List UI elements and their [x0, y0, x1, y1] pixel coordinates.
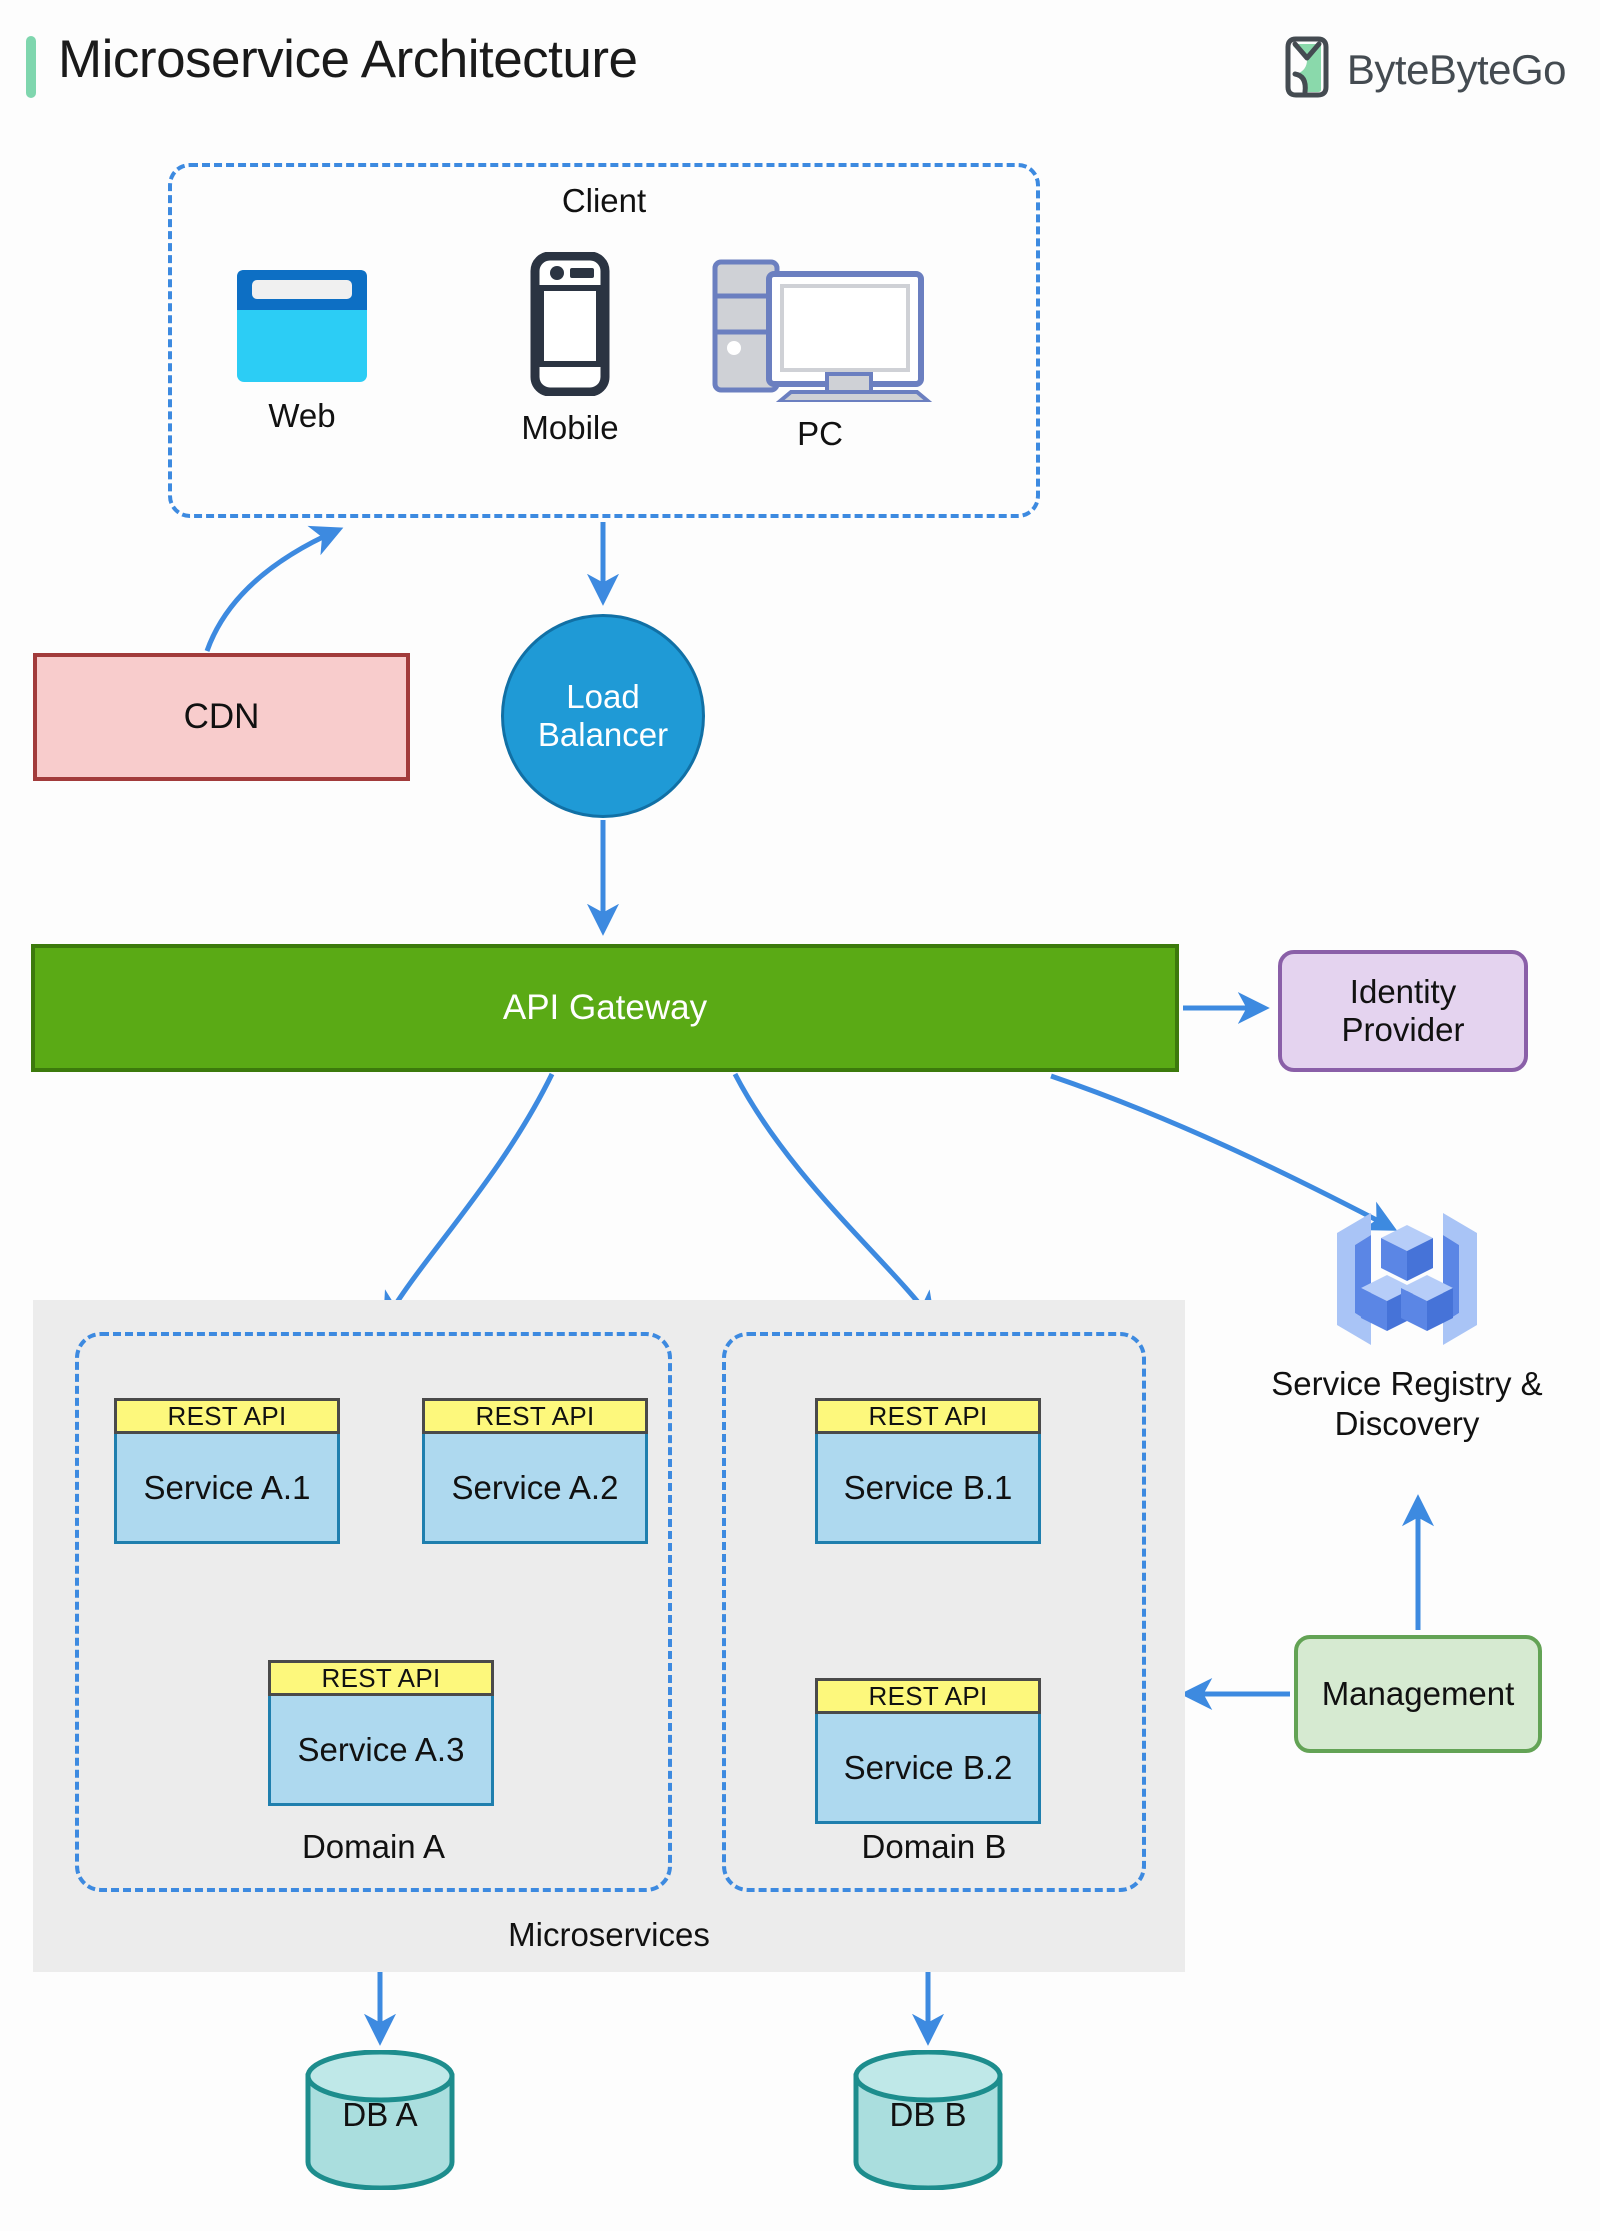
bytebytego-mark-icon — [1281, 36, 1333, 103]
domain-a-label: Domain A — [301, 1828, 446, 1865]
client-group-label: Client — [561, 182, 647, 219]
microservices-label: Microservices — [508, 1916, 710, 1953]
service-card[interactable]: REST API Service A.3 — [268, 1660, 494, 1806]
edge-api-gateway-to-domain-a — [383, 1072, 555, 1326]
load-balancer-node[interactable]: Load Balancer — [501, 614, 705, 818]
database-node[interactable]: DB A — [300, 2049, 460, 2191]
service-card[interactable]: REST API Service A.2 — [422, 1398, 648, 1544]
identity-provider-label-line1: Identity — [1349, 972, 1457, 1010]
rest-api-header: REST API — [268, 1660, 494, 1696]
client-item-web[interactable]: Web — [232, 268, 372, 435]
rest-api-label: REST API — [475, 1400, 595, 1431]
rest-api-label: REST API — [868, 1400, 988, 1431]
identity-provider-label-line2: Provider — [1341, 1011, 1465, 1048]
service-body: Service A.2 — [422, 1434, 648, 1544]
rest-api-header: REST API — [422, 1398, 648, 1434]
service-body: Service B.2 — [815, 1714, 1041, 1824]
brand-name: ByteByteGo — [1346, 45, 1567, 93]
rest-api-label: REST API — [167, 1400, 287, 1431]
mobile-phone-icon — [523, 251, 617, 400]
brand-logo: ByteByteGo — [1281, 36, 1567, 103]
rest-api-label: REST API — [321, 1662, 441, 1693]
rest-api-header: REST API — [815, 1398, 1041, 1434]
service-body: Service A.3 — [268, 1696, 494, 1806]
client-item-label: Web — [268, 397, 336, 434]
cdn-node[interactable]: CDN — [33, 653, 410, 781]
browser-window-icon — [235, 270, 369, 388]
rest-api-header: REST API — [114, 1398, 340, 1434]
service-card[interactable]: REST API Service B.2 — [815, 1678, 1041, 1824]
service-registry-caption: Service Registry & Discovery — [1222, 1364, 1592, 1445]
client-item-mobile[interactable]: Mobile — [500, 251, 640, 447]
identity-provider-node[interactable]: Identity Provider — [1278, 950, 1528, 1072]
edge-cdn-to-client — [204, 525, 344, 652]
client-item-label: Mobile — [521, 409, 619, 446]
client-item-pc[interactable]: PC — [700, 252, 940, 453]
edge-api-gateway-to-domain-b — [732, 1072, 936, 1325]
api-gateway-label: API Gateway — [502, 988, 708, 1027]
service-name: Service B.2 — [843, 1748, 1013, 1786]
service-name: Service A.2 — [451, 1468, 619, 1506]
cdn-label: CDN — [183, 697, 260, 736]
title-accent-bar — [26, 36, 36, 98]
service-card[interactable]: REST API Service B.1 — [815, 1398, 1041, 1544]
service-registry-cubes-icon — [1325, 1213, 1489, 1357]
service-card[interactable]: REST API Service A.1 — [114, 1398, 340, 1544]
load-balancer-label-line1: Load — [566, 677, 640, 715]
service-registry-label-line1: Service Registry & — [1271, 1365, 1543, 1402]
service-registry-node[interactable]: Service Registry & Discovery — [1222, 1205, 1592, 1445]
load-balancer-label-line2: Balancer — [537, 716, 669, 753]
service-registry-label-line2: Discovery — [1334, 1405, 1480, 1443]
service-name: Service A.1 — [143, 1468, 311, 1506]
service-body: Service A.1 — [114, 1434, 340, 1544]
desktop-computer-icon — [707, 259, 935, 406]
service-body: Service B.1 — [815, 1434, 1041, 1544]
database-label: DB B — [889, 2096, 967, 2133]
service-name: Service A.3 — [297, 1730, 465, 1768]
service-name: Service B.1 — [843, 1468, 1013, 1506]
management-node[interactable]: Management — [1294, 1635, 1542, 1753]
rest-api-label: REST API — [868, 1680, 988, 1711]
client-item-label: PC — [797, 415, 843, 452]
database-label: DB A — [342, 2096, 418, 2133]
management-label: Management — [1321, 1675, 1515, 1712]
api-gateway-node[interactable]: API Gateway — [31, 944, 1179, 1072]
page-title: Microservice Architecture — [58, 30, 638, 89]
database-node[interactable]: DB B — [848, 2049, 1008, 2191]
diagram-canvas: Microservice Architecture ByteByteGo Cli… — [0, 0, 1600, 2231]
rest-api-header: REST API — [815, 1678, 1041, 1714]
domain-b-label: Domain B — [861, 1828, 1007, 1865]
